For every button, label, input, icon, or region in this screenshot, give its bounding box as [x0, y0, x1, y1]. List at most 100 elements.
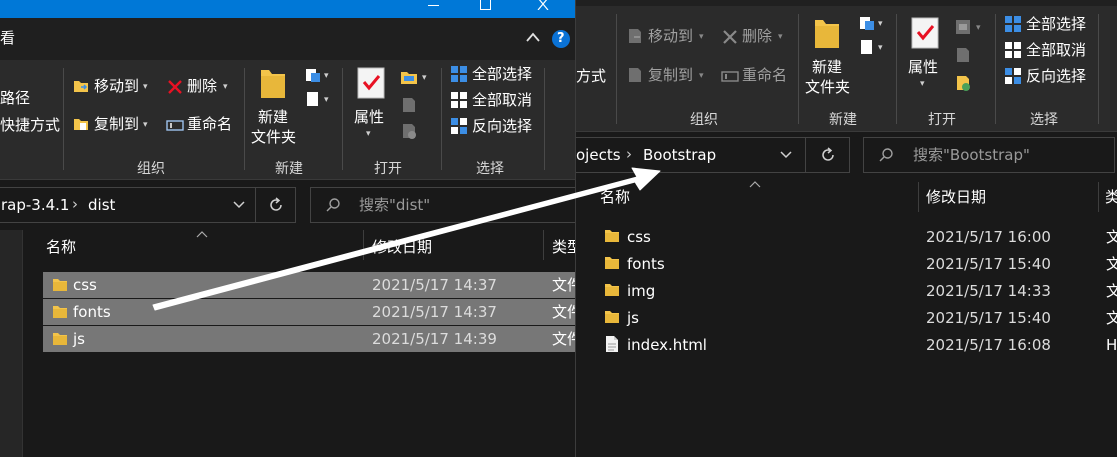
invert-selection-button[interactable]: 反向选择: [448, 116, 558, 138]
address-history-chevron-icon[interactable]: [233, 201, 245, 209]
file-row[interactable]: js 2021/5/17 14:39 文件: [43, 326, 575, 352]
move-to-button[interactable]: 移动到 ▾: [626, 26, 718, 48]
file-row[interactable]: fonts 2021/5/17 14:37 文件: [43, 299, 575, 325]
folder-icon: [53, 306, 67, 318]
breadcrumb-parent[interactable]: ojects: [576, 148, 621, 163]
left-search-box[interactable]: 搜索"dist": [310, 187, 575, 223]
new-folder-icon: [815, 20, 839, 48]
column-header-name[interactable]: 名称: [46, 240, 76, 255]
close-icon: [537, 0, 549, 10]
minimize-button[interactable]: [410, 0, 456, 18]
breadcrumb-current[interactable]: dist: [88, 198, 115, 213]
folder-icon: [605, 257, 619, 269]
properties-label: 属性: [908, 58, 939, 76]
properties-button[interactable]: 属性 ▾: [348, 64, 394, 148]
file-row[interactable]: fonts 2021/5/17 15:40 文: [596, 251, 1117, 277]
delete-button[interactable]: 删除 ▾: [721, 26, 791, 48]
maximize-icon: [480, 0, 491, 10]
paste-shortcut-partial[interactable]: 方式: [576, 69, 606, 84]
folder-icon: [605, 230, 619, 242]
open-icon[interactable]: [954, 18, 972, 36]
column-divider[interactable]: [363, 230, 364, 260]
breadcrumb-parent[interactable]: rap-3.4.1: [1, 198, 69, 213]
column-header-name[interactable]: 名称: [600, 190, 630, 205]
properties-icon: [357, 67, 385, 99]
right-ribbon: 方式 移动到 ▾ 复制到 ▾ 删除 ▾ 重命名 组织 新建 文件夹 ▾ ▾ 新建…: [576, 6, 1117, 132]
divider: [255, 188, 256, 222]
html-file-icon: [606, 336, 618, 352]
open-icon[interactable]: [400, 68, 418, 86]
file-type: 文件: [552, 330, 575, 348]
column-divider[interactable]: [918, 182, 919, 212]
select-all-button[interactable]: 全部选择: [1002, 14, 1112, 36]
tab-view[interactable]: 看: [0, 31, 15, 46]
file-row[interactable]: img 2021/5/17 14:33 文: [596, 278, 1117, 304]
column-header-date[interactable]: 修改日期: [926, 190, 986, 205]
address-history-chevron-icon[interactable]: [780, 151, 792, 159]
column-header-date[interactable]: 修改日期: [372, 240, 432, 255]
ribbon-separator: [441, 68, 442, 170]
group-label-open: 打开: [374, 161, 402, 177]
folder-icon: [605, 311, 619, 323]
left-address-bar[interactable]: rap-3.4.1 › dist: [0, 187, 296, 223]
delete-icon: [168, 80, 182, 94]
file-date: 2021/5/17 15:40: [926, 255, 1051, 273]
select-none-button[interactable]: 全部取消: [1002, 40, 1112, 62]
close-button[interactable]: [519, 0, 565, 18]
new-folder-button[interactable]: 新建 文件夹: [250, 64, 298, 148]
ribbon-separator: [544, 68, 545, 170]
delete-button[interactable]: 删除 ▾: [166, 76, 234, 98]
select-none-button[interactable]: 全部取消: [448, 90, 558, 112]
new-folder-button[interactable]: 新建 文件夹: [804, 14, 852, 98]
column-header-type[interactable]: 类型: [552, 240, 575, 255]
rename-button[interactable]: 重命名: [721, 65, 797, 87]
edit-icon[interactable]: [400, 96, 418, 114]
history-icon[interactable]: [954, 74, 972, 92]
new-item-button[interactable]: ▾ ▾: [856, 12, 888, 60]
paste-shortcut-partial[interactable]: 快捷方式: [0, 118, 60, 133]
column-divider[interactable]: [543, 230, 544, 260]
edit-icon[interactable]: [954, 46, 972, 64]
file-row[interactable]: js 2021/5/17 15:40 文: [596, 305, 1117, 331]
column-header-type[interactable]: 类: [1105, 190, 1117, 205]
rename-icon: [166, 120, 184, 131]
refresh-icon[interactable]: [267, 196, 285, 214]
select-all-label: 全部选择: [1026, 15, 1087, 33]
file-date: 2021/5/17 16:00: [926, 228, 1051, 246]
group-label-organize: 组织: [137, 161, 165, 177]
properties-button[interactable]: 属性 ▾: [902, 14, 948, 98]
file-row[interactable]: index.html 2021/5/17 16:08 H: [596, 332, 1117, 358]
right-address-bar[interactable]: ojects › Bootstrap: [576, 137, 850, 173]
open-actions: ▾: [398, 64, 436, 146]
ribbon-separator: [896, 14, 897, 124]
ribbon-separator: [1098, 14, 1099, 124]
new-item-button[interactable]: ▾ ▾: [302, 64, 334, 112]
chevron-down-icon: ▾: [878, 43, 883, 53]
chevron-down-icon: ▾: [324, 71, 329, 81]
file-name: js: [627, 309, 639, 327]
file-name: fonts: [627, 255, 665, 273]
copy-to-button[interactable]: 复制到 ▾: [72, 114, 162, 136]
file-date: 2021/5/17 16:08: [926, 336, 1051, 354]
right-search-box[interactable]: 搜索"Bootstrap": [863, 137, 1115, 173]
invert-selection-button[interactable]: 反向选择: [1002, 66, 1112, 88]
maximize-button[interactable]: [462, 0, 508, 18]
file-type: 文: [1106, 257, 1117, 272]
move-to-button[interactable]: 移动到 ▾: [72, 76, 162, 98]
group-label-new: 新建: [829, 112, 857, 128]
copy-path-partial[interactable]: 路径: [0, 91, 30, 106]
history-icon[interactable]: [400, 122, 418, 140]
help-button[interactable]: ?: [552, 30, 570, 48]
select-all-button[interactable]: 全部选择: [448, 64, 558, 86]
left-title-bar: [0, 0, 575, 18]
collapse-ribbon-icon[interactable]: [526, 32, 540, 42]
file-row[interactable]: css 2021/5/17 14:37 文件: [43, 272, 575, 298]
navigation-pane[interactable]: [0, 230, 22, 457]
refresh-icon[interactable]: [819, 146, 837, 164]
breadcrumb-current[interactable]: Bootstrap: [643, 148, 716, 163]
copy-to-button[interactable]: 复制到 ▾: [626, 65, 718, 87]
file-row[interactable]: css 2021/5/17 16:00 文: [596, 224, 1117, 250]
column-divider[interactable]: [1098, 182, 1099, 212]
rename-button[interactable]: 重命名: [166, 114, 238, 136]
ribbon-separator: [244, 68, 245, 170]
